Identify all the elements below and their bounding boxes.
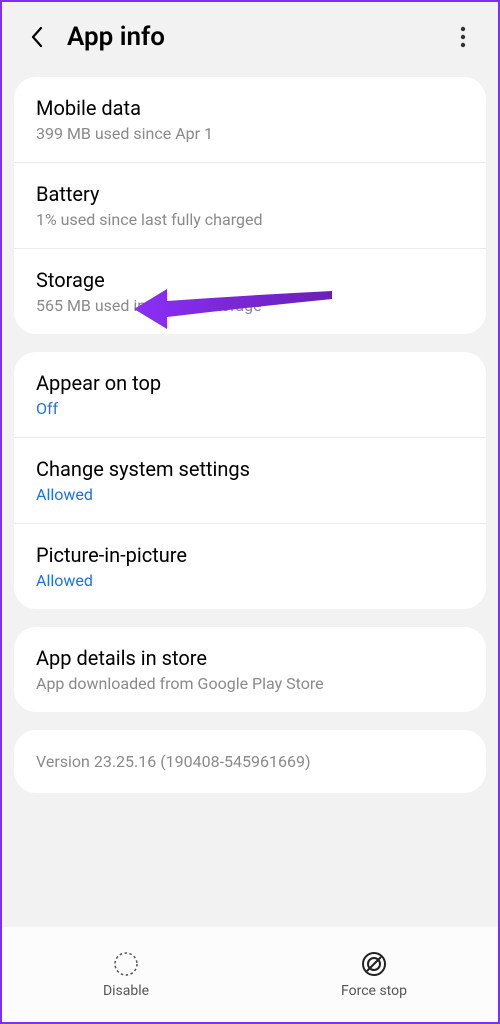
mobile-data-sub: 399 MB used since Apr 1 bbox=[36, 124, 464, 143]
more-vertical-icon bbox=[460, 26, 466, 48]
page-title: App info bbox=[67, 22, 448, 52]
back-button[interactable] bbox=[22, 22, 52, 52]
mobile-data-title: Mobile data bbox=[36, 96, 464, 120]
force-stop-button[interactable]: Force stop bbox=[250, 928, 498, 1022]
pip-value: Allowed bbox=[36, 571, 464, 590]
battery-row[interactable]: Battery 1% used since last fully charged bbox=[14, 163, 486, 249]
disable-label: Disable bbox=[103, 983, 149, 999]
more-options-button[interactable] bbox=[448, 22, 478, 52]
version-text: Version 23.25.16 (190408-545961669) bbox=[36, 752, 464, 771]
change-system-row[interactable]: Change system settings Allowed bbox=[14, 438, 486, 524]
change-system-title: Change system settings bbox=[36, 457, 464, 481]
battery-sub: 1% used since last fully charged bbox=[36, 210, 464, 229]
header-bar: App info bbox=[2, 2, 498, 77]
force-stop-label: Force stop bbox=[341, 983, 407, 999]
permissions-card: Appear on top Off Change system settings… bbox=[14, 352, 486, 609]
pip-row[interactable]: Picture-in-picture Allowed bbox=[14, 524, 486, 609]
version-card: Version 23.25.16 (190408-545961669) bbox=[14, 730, 486, 793]
usage-card: Mobile data 399 MB used since Apr 1 Batt… bbox=[14, 77, 486, 334]
battery-title: Battery bbox=[36, 182, 464, 206]
appear-on-top-title: Appear on top bbox=[36, 371, 464, 395]
storage-title: Storage bbox=[36, 268, 464, 292]
change-system-value: Allowed bbox=[36, 485, 464, 504]
store-card: App details in store App downloaded from… bbox=[14, 627, 486, 712]
store-sub: App downloaded from Google Play Store bbox=[36, 674, 464, 693]
pip-title: Picture-in-picture bbox=[36, 543, 464, 567]
mobile-data-row[interactable]: Mobile data 399 MB used since Apr 1 bbox=[14, 77, 486, 163]
disable-icon bbox=[113, 951, 139, 977]
appear-on-top-value: Off bbox=[36, 399, 464, 418]
appear-on-top-row[interactable]: Appear on top Off bbox=[14, 352, 486, 438]
storage-row[interactable]: Storage 565 MB used in Internal storage bbox=[14, 249, 486, 334]
bottom-action-bar: Disable Force stop bbox=[2, 927, 498, 1022]
force-stop-icon bbox=[361, 951, 387, 977]
disable-button[interactable]: Disable bbox=[2, 928, 250, 1022]
app-details-store-row[interactable]: App details in store App downloaded from… bbox=[14, 627, 486, 712]
storage-sub: 565 MB used in Internal storage bbox=[36, 296, 464, 315]
store-title: App details in store bbox=[36, 646, 464, 670]
chevron-left-icon bbox=[30, 26, 44, 48]
